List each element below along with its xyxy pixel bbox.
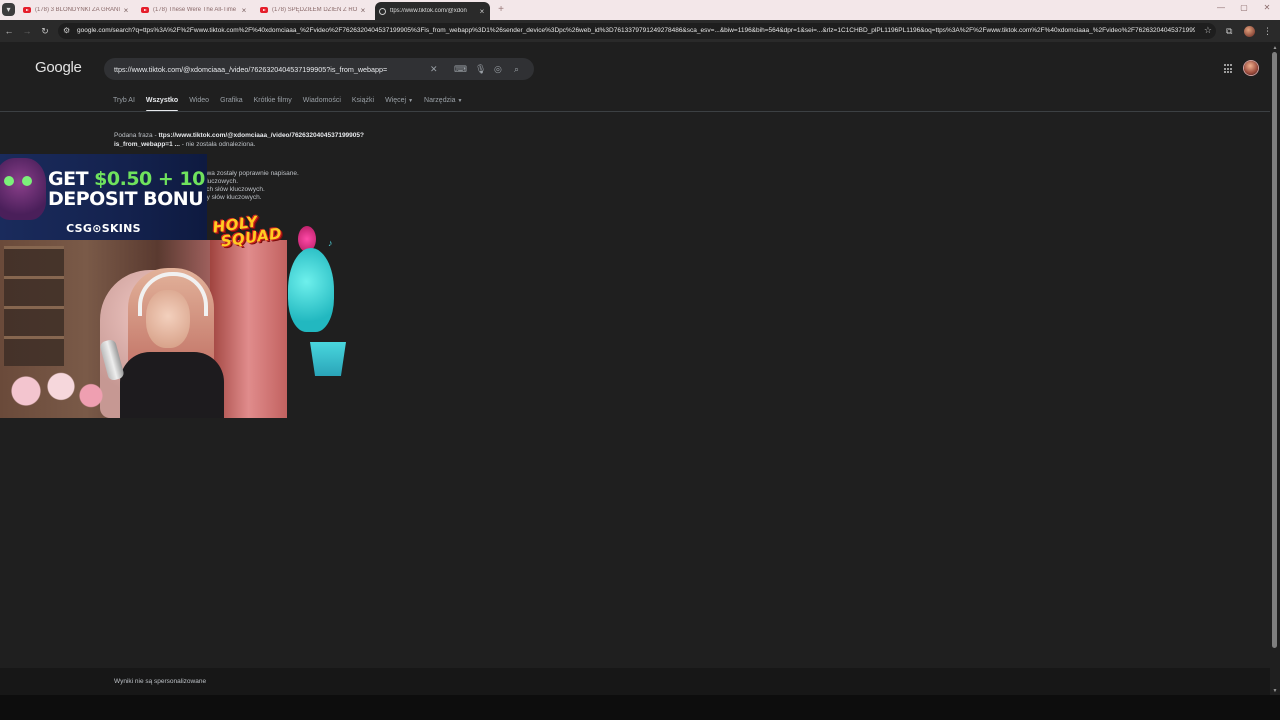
browser-tab[interactable]: (178) These Were The All-Time ×	[137, 2, 252, 18]
mascot-body	[288, 248, 334, 332]
youtube-icon	[23, 7, 31, 13]
browser-tab[interactable]: (178) 3 BLONDYNKI ZA GRANI ×	[19, 2, 134, 18]
back-icon[interactable]: ←	[3, 25, 15, 37]
search-tabs: Tryb AI Wszystko Wideo Grafika Krótkie f…	[113, 96, 474, 112]
search-icon[interactable]: ⌕	[514, 63, 519, 75]
tab-tools-label: Narzędzia	[424, 97, 456, 104]
youtube-icon	[141, 7, 149, 13]
tab-images[interactable]: Grafika	[220, 96, 243, 108]
tab-title: (178) SPĘDZIŁEM DZIEŃ Z RO	[272, 7, 358, 13]
no-results-phrase-cont: is_from_webapp=1 ...	[114, 140, 180, 148]
close-icon[interactable]: ×	[240, 6, 248, 15]
search-input[interactable]: ttps://www.tiktok.com/@xdomciaaa_/video/…	[114, 64, 426, 75]
mascot-cup	[310, 342, 346, 376]
profile-avatar[interactable]	[1244, 26, 1255, 37]
ad-subheadline: DEPOSIT BONU	[48, 188, 204, 210]
bottom-strip	[0, 695, 1280, 720]
tab-title: (178) 3 BLONDYNKI ZA GRANI	[35, 7, 121, 13]
keyboard-icon[interactable]: ⌨	[454, 63, 467, 75]
ad-headline: GET $0.50 + 10	[48, 168, 205, 190]
browser-menu-icon[interactable]: ⋮	[1263, 26, 1272, 37]
globe-icon	[379, 7, 386, 15]
scroll-up-icon[interactable]: ▲	[1272, 45, 1278, 51]
page-footer: Wyniki nie są spersonalizowane	[0, 668, 1270, 695]
tab-ai-mode[interactable]: Tryb AI	[113, 96, 135, 108]
close-icon[interactable]: ×	[478, 7, 486, 16]
address-url[interactable]: google.com/search?q=ttps%3A%2F%2Fwww.tik…	[77, 26, 1195, 36]
flowers-image	[6, 368, 106, 414]
forward-icon[interactable]: →	[21, 25, 33, 37]
streamer-body	[120, 352, 224, 418]
webcam-feed	[0, 240, 287, 418]
shelf-image	[4, 246, 64, 366]
tab-video[interactable]: Wideo	[189, 96, 209, 108]
reload-icon[interactable]: ↻	[39, 25, 51, 37]
bookmark-star-icon[interactable]: ☆	[1204, 25, 1212, 36]
overlay-mascot: ♪	[286, 220, 350, 380]
restore-icon[interactable]: ▢	[1237, 3, 1251, 12]
no-results-message: Podana fraza - ttps://www.tiktok.com/@xd…	[114, 132, 414, 149]
ad-brand-logo: CSG⊙SKINS	[66, 222, 141, 235]
no-results-prefix: Podana fraza -	[114, 132, 159, 139]
close-icon[interactable]: ×	[359, 6, 367, 15]
minimize-icon[interactable]: —	[1214, 3, 1228, 12]
scroll-down-icon[interactable]: ▼	[1272, 688, 1278, 694]
chevron-down-icon: ▼	[408, 98, 414, 104]
tab-news[interactable]: Wiadomości	[303, 96, 341, 108]
chevron-down-icon: ▼	[457, 98, 463, 104]
window-close-icon[interactable]: ✕	[1260, 3, 1274, 12]
youtube-icon	[260, 7, 268, 13]
tab-all[interactable]: Wszystko	[145, 96, 179, 112]
ad-banner: GET $0.50 + 10 DEPOSIT BONU CSG⊙SKINS	[0, 154, 207, 240]
close-icon[interactable]: ×	[122, 6, 130, 15]
site-info-icon[interactable]: ⚙	[63, 26, 70, 35]
tab-short-videos[interactable]: Krótkie filmy	[254, 96, 292, 108]
tab-more-label: Więcej	[385, 97, 407, 104]
browser-toolbar: ← → ↻ ⚙ google.com/search?q=ttps%3A%2F%2…	[0, 20, 1280, 42]
google-apps-icon[interactable]	[1224, 64, 1234, 74]
google-logo[interactable]: Google	[35, 59, 82, 76]
account-avatar[interactable]	[1244, 61, 1258, 75]
tab-more[interactable]: Więcej ▼	[385, 96, 413, 108]
address-bar[interactable]: ⚙ google.com/search?q=ttps%3A%2F%2Fwww.t…	[58, 23, 1216, 39]
tab-title: (178) These Were The All-Time	[153, 7, 237, 13]
footer-personalization[interactable]: Wyniki nie są spersonalizowane	[114, 678, 206, 685]
tab-tools[interactable]: Narzędzia ▼	[424, 96, 462, 108]
lens-icon[interactable]: ◎	[494, 63, 502, 75]
ad-headline-white: GET	[48, 168, 95, 190]
tab-title: ttps://www.tiktok.com/@xdon	[390, 8, 467, 14]
microphone-icon[interactable]: 🎙	[475, 63, 486, 75]
music-note-icon: ♪	[328, 238, 333, 248]
no-results-phrase: ttps://www.tiktok.com/@xdomciaaa_/video/…	[158, 132, 364, 139]
ad-mascot-image	[0, 158, 46, 220]
search-box[interactable]: ttps://www.tiktok.com/@xdomciaaa_/video/…	[104, 58, 534, 80]
browser-tab[interactable]: (178) SPĘDZIŁEM DZIEŃ Z RO ×	[256, 2, 371, 18]
new-tab-icon[interactable]: +	[495, 4, 507, 16]
tab-search-icon[interactable]: ▾	[2, 3, 15, 16]
tab-books[interactable]: Książki	[352, 96, 374, 108]
clear-icon[interactable]: ✕	[430, 63, 438, 75]
extensions-icon[interactable]: ⧉	[1226, 26, 1232, 37]
header-divider	[0, 111, 1270, 112]
browser-tab-active[interactable]: ttps://www.tiktok.com/@xdon ×	[375, 2, 490, 20]
no-results-suffix: - nie została odnaleziona.	[179, 140, 256, 148]
browser-tabstrip: ▾ (178) 3 BLONDYNKI ZA GRANI × (178) The…	[0, 0, 1280, 20]
ad-headline-green: $0.50 + 10	[94, 168, 205, 190]
scrollbar-thumb[interactable]	[1272, 52, 1277, 648]
